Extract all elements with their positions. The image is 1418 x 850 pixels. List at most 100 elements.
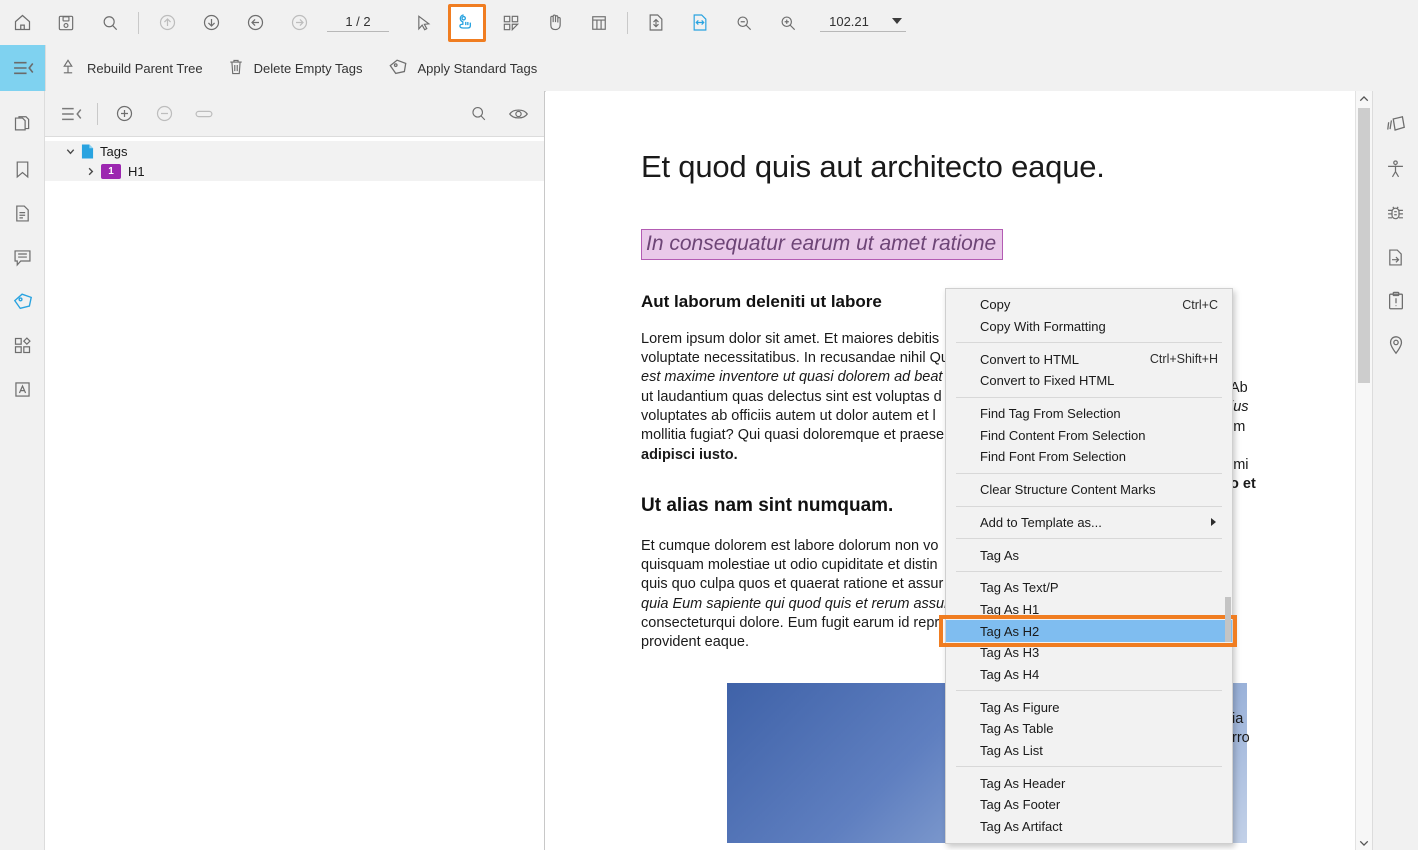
sidebar-item-report[interactable] <box>1373 279 1418 323</box>
fit-width-icon[interactable] <box>681 4 719 42</box>
menu-item-tag-as-h1-label: Tag As H1 <box>980 601 1040 617</box>
menu-item-tag-as-footer[interactable]: Tag As Footer <box>946 794 1232 816</box>
sidebar-item-document[interactable] <box>0 191 45 235</box>
menu-item-tag-as-table[interactable]: Tag As Table <box>946 718 1232 740</box>
toggle-visibility-icon[interactable] <box>498 94 538 134</box>
menu-item-convert-to-html-label: Convert to HTML <box>980 351 1079 367</box>
tree-item-h1[interactable]: 1 H1 <box>45 161 544 181</box>
menu-item-tag-as-figure-label: Tag As Figure <box>980 699 1060 715</box>
menu-item-tag-as[interactable]: Tag As <box>946 544 1232 566</box>
sidebar-item-accessibility[interactable] <box>1373 147 1418 191</box>
menu-item-find-tag-from-selection[interactable]: Find Tag From Selection <box>946 403 1232 425</box>
menu-item-tag-as-artifact[interactable]: Tag As Artifact <box>946 816 1232 838</box>
document-scrollbar[interactable] <box>1355 91 1372 850</box>
search-icon[interactable] <box>91 4 129 42</box>
zoom-out-icon[interactable] <box>725 4 763 42</box>
delete-empty-tags-button[interactable]: Delete Empty Tags <box>215 45 375 91</box>
menu-item-convert-to-html[interactable]: Convert to HTML Ctrl+Shift+H <box>946 348 1232 370</box>
fit-page-icon[interactable] <box>637 4 675 42</box>
menu-item-copy[interactable]: Copy Ctrl+C <box>946 294 1232 316</box>
add-tag-icon[interactable] <box>104 94 144 134</box>
menu-item-clear-structure-content-marks[interactable]: Clear Structure Content Marks <box>946 479 1232 501</box>
sidebar-item-pages[interactable] <box>0 103 45 147</box>
tag-icon <box>387 57 409 80</box>
menu-item-tag-as-h4-label: Tag As H4 <box>980 666 1040 682</box>
sidebar-item-comments[interactable] <box>0 235 45 279</box>
sidebar-item-location[interactable] <box>1373 323 1418 367</box>
scroll-up-icon[interactable] <box>1356 91 1372 106</box>
menu-item-tag-as-h2-label: Tag As H2 <box>980 623 1040 639</box>
first-page-icon[interactable] <box>148 4 186 42</box>
sidebar-item-tags[interactable] <box>0 279 45 323</box>
para1-line-2: voluptate necessitatibus. In recusandae … <box>641 350 949 367</box>
menu-item-find-content-from-selection[interactable]: Find Content From Selection <box>946 424 1232 446</box>
menu-item-tag-as-h4[interactable]: Tag As H4 <box>946 664 1232 686</box>
zoom-level-value: 102.21 <box>829 13 869 29</box>
menu-scrollbar-thumb[interactable] <box>1225 597 1231 642</box>
sidebar-item-fonts[interactable] <box>0 367 45 411</box>
grid-tool-icon[interactable] <box>492 4 530 42</box>
menu-item-tag-as-h2[interactable]: Tag As H2 <box>939 615 1237 647</box>
para1-line-1: Lorem ipsum dolor sit amet. Et maiores d… <box>641 330 940 347</box>
para2-line-5: consecteturqui dolore. Eum fugit earum i… <box>641 615 940 632</box>
chevron-down-icon[interactable] <box>892 18 902 24</box>
select-tool-icon[interactable] <box>404 4 442 42</box>
chevron-down-icon[interactable] <box>59 146 81 157</box>
sidebar-item-bookmarks[interactable] <box>0 147 45 191</box>
tree-item-h1-label: H1 <box>128 163 145 179</box>
menu-item-convert-to-fixed-html[interactable]: Convert to Fixed HTML <box>946 370 1232 392</box>
zoom-level-select[interactable]: 102.21 <box>820 14 906 32</box>
para2-line-6: provident eaque. <box>641 634 750 651</box>
last-page-icon[interactable] <box>280 4 318 42</box>
menu-separator-5 <box>956 538 1222 540</box>
sidebar-item-content[interactable] <box>0 323 45 367</box>
chevron-right-icon[interactable] <box>79 166 101 177</box>
menu-item-tag-as-label: Tag As <box>980 547 1020 563</box>
link-icon[interactable] <box>184 94 224 134</box>
para2-line-2: quisquam molestiae ut odio cupiditate et… <box>641 557 938 574</box>
next-page-icon[interactable] <box>192 4 230 42</box>
menu-item-tag-as-h3[interactable]: Tag As H3 <box>946 642 1232 664</box>
menu-item-tag-as-h1[interactable]: Tag As H1 <box>946 599 1232 621</box>
menu-separator-3 <box>956 472 1222 474</box>
selected-subtitle-text[interactable]: In consequatur earum ut amet ratione <box>641 228 1004 260</box>
menu-item-tag-as-header[interactable]: Tag As Header <box>946 772 1232 794</box>
menu-item-tag-as-figure[interactable]: Tag As Figure <box>946 696 1232 718</box>
application-window: 1 / 2 102.21 Rebuild Parent Tree Delete … <box>0 0 1418 850</box>
menu-item-copy-with-formatting[interactable]: Copy With Formatting <box>946 316 1232 338</box>
search-tags-icon[interactable] <box>458 94 498 134</box>
page-number-input[interactable]: 1 / 2 <box>327 14 389 32</box>
remove-tag-icon[interactable] <box>144 94 184 134</box>
menu-item-copy-with-formatting-label: Copy With Formatting <box>980 319 1106 335</box>
hand-tool-icon[interactable] <box>536 4 574 42</box>
sidebar-item-debug[interactable] <box>1373 191 1418 235</box>
rebuild-parent-tree-label: Rebuild Parent Tree <box>87 60 203 76</box>
scroll-down-icon[interactable] <box>1356 835 1372 850</box>
menu-item-copy-label: Copy <box>980 297 1011 313</box>
previous-page-icon[interactable] <box>236 4 274 42</box>
menu-item-tag-as-text-p[interactable]: Tag As Text/P <box>946 577 1232 599</box>
tags-panel-toolbar <box>45 91 544 137</box>
context-menu[interactable]: Copy Ctrl+C Copy With Formatting Convert… <box>939 288 1237 845</box>
apply-standard-tags-button[interactable]: Apply Standard Tags <box>375 45 550 91</box>
sidebar-item-page-thumbnails[interactable] <box>1373 103 1418 147</box>
scrollbar-thumb[interactable] <box>1358 108 1370 383</box>
tag-tool-icon[interactable] <box>448 3 486 42</box>
para2-right-fragments: ia rro <box>1232 710 1250 749</box>
selected-element-wrapper: In consequatur earum ut amet ratione <box>641 228 1356 260</box>
tree-item-tags[interactable]: Tags <box>45 141 544 161</box>
zoom-in-icon[interactable] <box>769 4 807 42</box>
home-icon[interactable] <box>3 4 41 42</box>
collapse-all-icon[interactable] <box>51 94 91 134</box>
tags-toolbar-divider <box>97 102 98 125</box>
sidebar-item-export[interactable] <box>1373 235 1418 279</box>
table-tool-icon[interactable] <box>580 4 618 42</box>
para2-line-1: Et cumque dolorem est labore dolorum non… <box>641 537 939 554</box>
menu-item-add-to-template-as[interactable]: Add to Template as... <box>946 512 1232 534</box>
panel-toggle-button[interactable] <box>0 45 45 91</box>
menu-item-find-font-from-selection[interactable]: Find Font From Selection <box>946 446 1232 468</box>
menu-item-find-tag-from-selection-label: Find Tag From Selection <box>980 406 1121 422</box>
menu-item-tag-as-list[interactable]: Tag As List <box>946 740 1232 762</box>
rebuild-parent-tree-button[interactable]: Rebuild Parent Tree <box>46 45 215 91</box>
save-icon[interactable] <box>47 4 85 42</box>
